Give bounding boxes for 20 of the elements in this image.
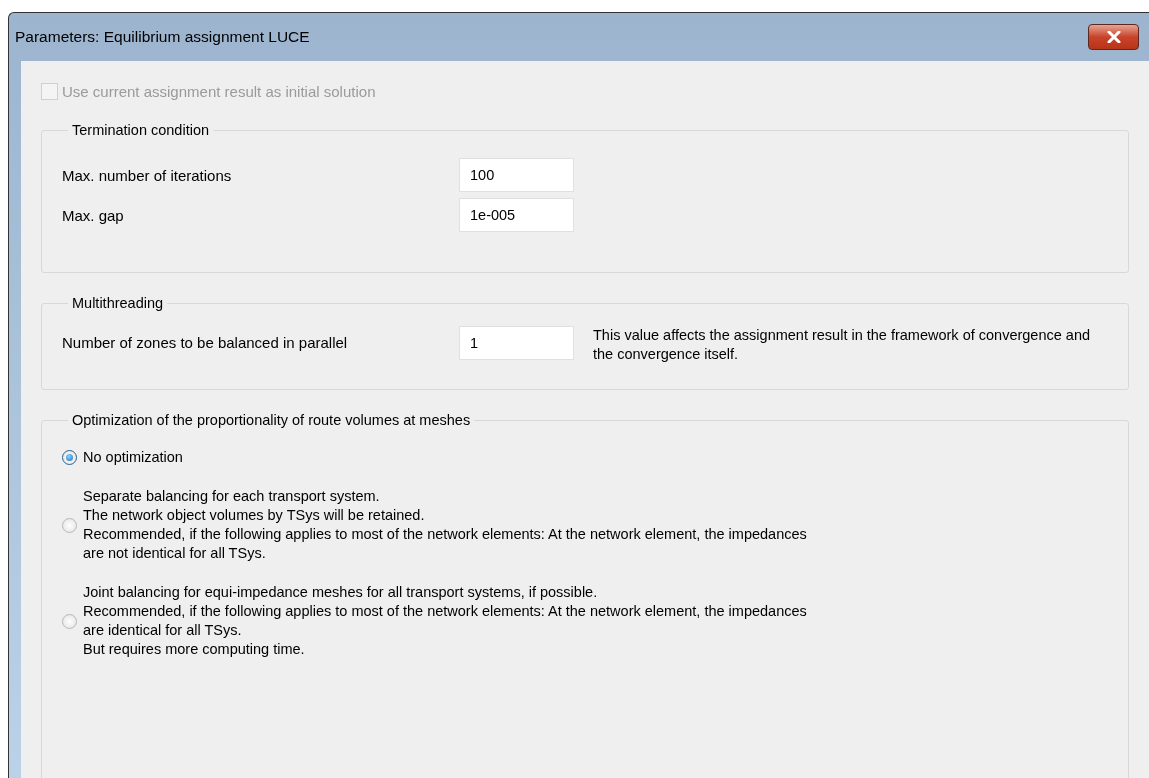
- field-label: Max. number of iterations: [62, 166, 233, 184]
- radio-button[interactable]: [62, 517, 77, 533]
- close-icon: [1106, 31, 1121, 43]
- radio-button[interactable]: [62, 613, 77, 629]
- option-label: Separate balancing for each transport system. The network object volumes by TSys will be retained. Recommended, if the following applies to most of the network elements: At the network element, the impedances are not identical for all TSys.: [83, 487, 807, 563]
- field-label: Max. gap: [62, 206, 125, 224]
- radio-button[interactable]: [62, 450, 77, 465]
- input-field[interactable]: 100: [459, 158, 574, 192]
- field-label: Number of zones to be balanced in parallel: [62, 333, 349, 351]
- note-text: This value affects the assignment result in the framework of convergence and the convergence itself.: [593, 326, 1092, 364]
- input-field[interactable]: 1e-005: [459, 198, 574, 232]
- checkbox-label: Use current assignment result as initial solution: [62, 83, 376, 100]
- group-title: Termination condition: [71, 122, 211, 138]
- group-title: Optimization of the proportionality of route volumes at meshes: [71, 412, 472, 428]
- option-label: No optimization: [83, 448, 183, 467]
- close-button[interactable]: [1088, 24, 1139, 50]
- window-title: Parameters: Equilibrium assignment LUCE: [15, 28, 310, 46]
- option-label: Joint balancing for equi-impedance meshes for all transport systems, if possible. Recommended, if the following applies to most of the network elements: At the network element, the impedances are identical for all TSys. But requires more computing time.: [83, 583, 807, 659]
- group-title: Multithreading: [71, 295, 165, 311]
- input-field[interactable]: 1: [459, 326, 574, 360]
